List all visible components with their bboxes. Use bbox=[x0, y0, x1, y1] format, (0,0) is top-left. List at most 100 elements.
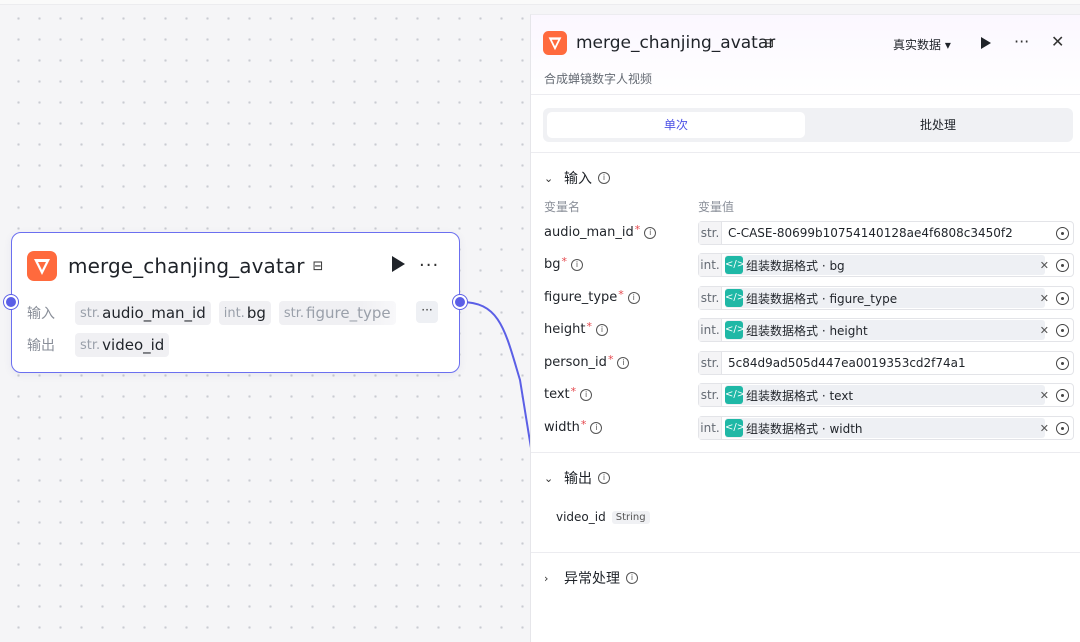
test-run-panel: merge_chanjing_avatar ⊟ 合成蝉镜数字人视频 真实数据 ▾… bbox=[530, 14, 1080, 642]
code-icon: </> bbox=[725, 419, 745, 437]
inputs-label: 输入 bbox=[27, 306, 55, 322]
info-icon[interactable]: i bbox=[627, 291, 640, 304]
input-section-title: 输入 bbox=[564, 171, 592, 187]
var-name-audio-man-id: audio_man_id * i bbox=[544, 223, 657, 240]
chevron-down-icon: ⌄ bbox=[544, 471, 554, 485]
output-chip-video-id: str. video_id bbox=[75, 333, 170, 357]
output-port[interactable] bbox=[453, 295, 467, 309]
divider bbox=[531, 552, 1080, 553]
info-icon[interactable]: i bbox=[598, 472, 610, 484]
info-icon[interactable]: i bbox=[595, 323, 608, 336]
info-icon[interactable]: i bbox=[598, 172, 610, 184]
run-icon[interactable] bbox=[980, 36, 992, 50]
info-icon[interactable]: i bbox=[590, 421, 603, 434]
node-outputs-row: 输出 str. video_id bbox=[27, 333, 170, 357]
output-section-title: 输出 bbox=[564, 471, 592, 487]
input-section-header[interactable]: ⌄ 输入 i bbox=[544, 168, 610, 188]
divider bbox=[531, 152, 1080, 153]
var-name-figure-type: figure_type * i bbox=[544, 288, 640, 305]
info-icon[interactable]: i bbox=[644, 226, 657, 239]
value-text: 5c84d9ad505d447ea0019353cd2f74a1 bbox=[728, 356, 966, 370]
var-value-text[interactable]: str. </> 组装数据格式 · text ✕ bbox=[698, 383, 1074, 407]
panel-title: merge_chanjing_avatar bbox=[576, 33, 776, 53]
col-header-name: 变量名 bbox=[544, 200, 581, 214]
type-tag: str. bbox=[699, 287, 722, 309]
var-name-bg: bg * i bbox=[544, 255, 584, 272]
type-tag: int. bbox=[699, 417, 722, 439]
var-name-text: text * i bbox=[544, 385, 593, 402]
code-icon: </> bbox=[725, 386, 745, 404]
reference-chip: </> 组装数据格式 · figure_type bbox=[725, 288, 1045, 308]
target-icon[interactable] bbox=[1056, 323, 1069, 337]
var-name-width: width * i bbox=[544, 418, 603, 435]
var-value-width[interactable]: int. </> 组装数据格式 · width ✕ bbox=[698, 416, 1074, 440]
error-section-title: 异常处理 bbox=[564, 571, 620, 587]
info-icon[interactable]: i bbox=[580, 388, 593, 401]
node-card[interactable]: merge_chanjing_avatar ⊟ ··· 输入 str. audio… bbox=[4, 232, 467, 373]
var-name-height: height * i bbox=[544, 320, 608, 337]
clear-icon[interactable]: ✕ bbox=[1040, 422, 1049, 435]
input-chip-audio-man-id: str. audio_man_id bbox=[75, 301, 211, 325]
info-icon[interactable]: i bbox=[626, 572, 638, 584]
divider bbox=[531, 452, 1080, 453]
output-section-header[interactable]: ⌄ 输出 i bbox=[544, 468, 610, 488]
target-icon[interactable] bbox=[1056, 258, 1069, 272]
output-var-name: video_id bbox=[556, 510, 606, 524]
info-icon[interactable]: i bbox=[617, 356, 630, 369]
panel-description: 合成蝉镜数字人视频 bbox=[544, 72, 653, 86]
more-inputs-button[interactable]: ··· bbox=[416, 301, 438, 323]
outputs-label: 输出 bbox=[27, 338, 55, 354]
input-port[interactable] bbox=[4, 295, 18, 309]
plugin-badge-icon: ⊟ bbox=[764, 36, 775, 50]
type-tag: int. bbox=[699, 319, 722, 341]
tab-single[interactable]: 单次 bbox=[547, 112, 805, 138]
error-section-header[interactable]: › 异常处理 i bbox=[544, 568, 638, 588]
mode-tabs: 单次 批处理 bbox=[543, 108, 1073, 142]
clear-icon[interactable]: ✕ bbox=[1040, 259, 1049, 272]
info-icon[interactable]: i bbox=[571, 258, 584, 271]
input-chip-bg: int. bg bbox=[218, 301, 271, 325]
target-icon[interactable] bbox=[1056, 388, 1069, 402]
node-header: merge_chanjing_avatar ⊟ bbox=[27, 249, 323, 283]
node-title: merge_chanjing_avatar bbox=[68, 254, 305, 278]
col-header-value: 变量值 bbox=[698, 200, 735, 214]
data-source-select[interactable]: 真实数据 ▾ bbox=[893, 36, 951, 53]
target-icon[interactable] bbox=[1056, 421, 1069, 435]
type-tag: str. bbox=[699, 384, 722, 406]
reference-chip: </> 组装数据格式 · text bbox=[725, 385, 1045, 405]
target-icon[interactable] bbox=[1056, 356, 1069, 370]
var-value-person-id[interactable]: str. 5c84d9ad505d447ea0019353cd2f74a1 bbox=[698, 351, 1074, 375]
more-icon[interactable]: ··· bbox=[419, 255, 439, 276]
code-icon: </> bbox=[725, 256, 745, 274]
close-icon[interactable]: ✕ bbox=[1051, 32, 1064, 51]
var-value-figure-type[interactable]: str. </> 组装数据格式 · figure_type ✕ bbox=[698, 286, 1074, 310]
value-text: C-CASE-80699b10754140128ae4f6808c3450f2 bbox=[728, 226, 1013, 240]
clear-icon[interactable]: ✕ bbox=[1040, 292, 1049, 305]
code-icon: </> bbox=[725, 321, 745, 339]
chevron-right-icon: › bbox=[544, 571, 549, 585]
var-value-bg[interactable]: int. </> 组装数据格式 · bg ✕ bbox=[698, 253, 1074, 277]
target-icon[interactable] bbox=[1056, 226, 1069, 240]
type-tag: str. bbox=[699, 222, 722, 244]
plugin-badge-icon: ⊟ bbox=[312, 258, 324, 274]
clear-icon[interactable]: ✕ bbox=[1040, 324, 1049, 337]
var-value-height[interactable]: int. </> 组装数据格式 · height ✕ bbox=[698, 318, 1074, 342]
plugin-logo-icon bbox=[543, 31, 567, 55]
run-icon[interactable] bbox=[390, 255, 406, 273]
output-var-type: String bbox=[611, 510, 650, 524]
panel-header: merge_chanjing_avatar ⊟ 合成蝉镜数字人视频 真实数据 ▾… bbox=[531, 15, 1080, 95]
tab-batch[interactable]: 批处理 bbox=[809, 112, 1067, 138]
target-icon[interactable] bbox=[1056, 291, 1069, 305]
input-chip-figure-type: str. figure_type bbox=[278, 301, 396, 325]
more-icon[interactable]: ··· bbox=[1014, 32, 1029, 51]
reference-chip: </> 组装数据格式 · height bbox=[725, 320, 1045, 340]
code-icon: </> bbox=[725, 289, 745, 307]
output-var: video_id String bbox=[556, 510, 650, 524]
var-value-audio-man-id[interactable]: str. C-CASE-80699b10754140128ae4f6808c34… bbox=[698, 221, 1074, 245]
clear-icon[interactable]: ✕ bbox=[1040, 389, 1049, 402]
plugin-logo-icon bbox=[27, 251, 57, 281]
reference-chip: </> 组装数据格式 · bg bbox=[725, 255, 1045, 275]
top-strip bbox=[0, 0, 1080, 5]
type-tag: int. bbox=[699, 254, 722, 276]
reference-chip: </> 组装数据格式 · width bbox=[725, 418, 1045, 438]
